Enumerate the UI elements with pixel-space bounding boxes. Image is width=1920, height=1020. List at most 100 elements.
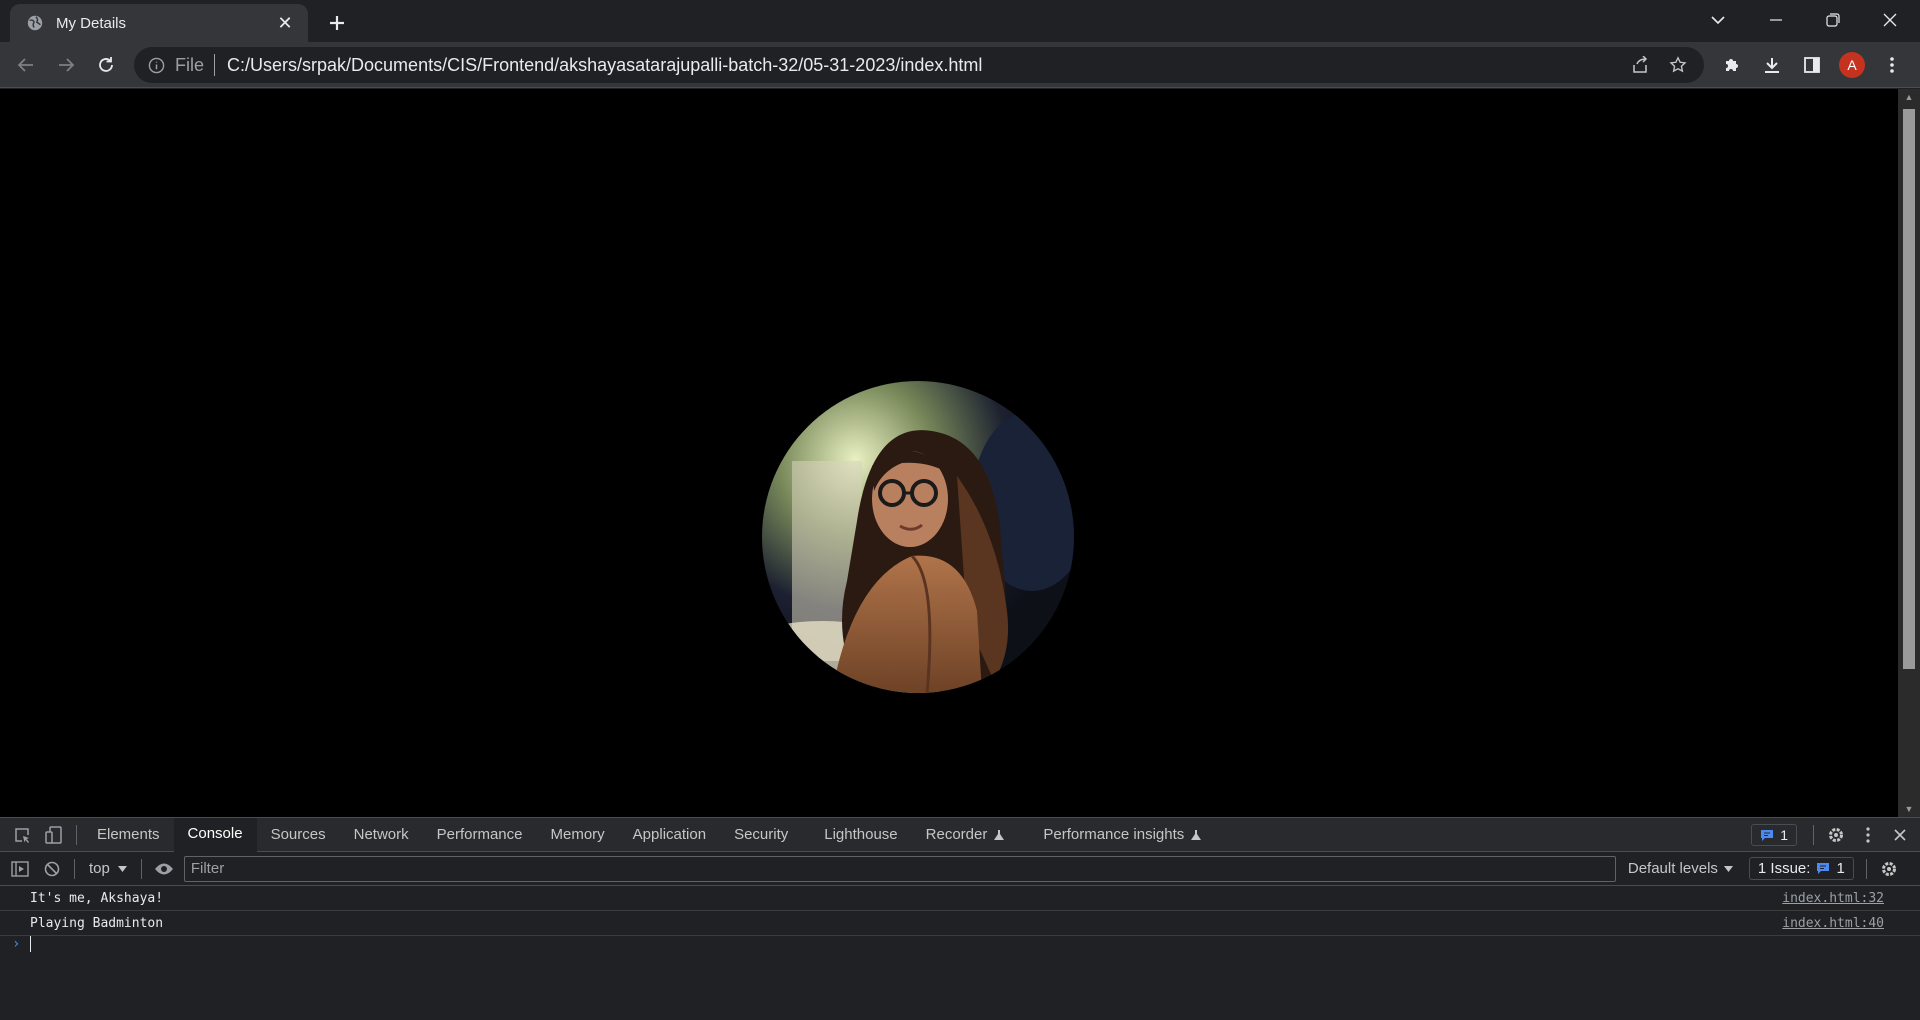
message-icon <box>1761 829 1774 841</box>
puzzle-icon <box>1726 59 1738 71</box>
issues-button[interactable]: 1 Issue: 1 <box>1748 857 1854 880</box>
messages-count: 1 <box>1780 827 1788 843</box>
text-caret <box>30 936 32 952</box>
inspect-icon <box>15 827 29 843</box>
tab-close-icon[interactable]: ✕ <box>274 12 296 34</box>
live-expression-button[interactable] <box>148 852 180 886</box>
devtools-panel: Elements Console Sources Network Perform… <box>0 817 1920 1020</box>
profile-button[interactable]: A <box>1836 49 1868 81</box>
caret-down-icon <box>117 865 127 872</box>
tab-performance[interactable]: Performance <box>423 818 537 852</box>
back-button[interactable] <box>10 49 42 81</box>
sidebar-play-icon <box>11 860 29 877</box>
extensions-button[interactable] <box>1716 49 1748 81</box>
devtools-tab-bar: Elements Console Sources Network Perform… <box>0 817 1920 852</box>
plus-icon <box>330 16 344 30</box>
devtools-menu-button[interactable] <box>1852 818 1884 852</box>
tab-lighthouse[interactable]: Lighthouse <box>802 818 911 852</box>
tab-application[interactable]: Application <box>619 818 720 852</box>
reload-button[interactable] <box>90 49 122 81</box>
message-icon <box>1817 863 1830 874</box>
console-prompt[interactable]: › <box>12 936 32 952</box>
tab-recorder[interactable]: Recorder <box>912 818 1020 852</box>
console-message-source-link[interactable]: index.html:40 <box>1782 916 1884 931</box>
tab-search-button[interactable] <box>1690 0 1746 40</box>
share-icon <box>1633 56 1648 73</box>
close-window-button[interactable] <box>1862 0 1918 40</box>
console-message-source-link[interactable]: index.html:32 <box>1782 891 1884 906</box>
page-scrollbar[interactable]: ▲ ▼ <box>1898 89 1920 817</box>
kebab-menu-icon <box>1866 827 1870 843</box>
scroll-up-icon[interactable]: ▲ <box>1903 91 1915 103</box>
messages-badge[interactable]: 1 <box>1751 824 1797 846</box>
tab-sources[interactable]: Sources <box>257 818 340 852</box>
tab-performance-insights[interactable]: Performance insights <box>1019 818 1216 852</box>
tab-elements[interactable]: Elements <box>83 818 174 852</box>
omnibox-divider <box>214 54 216 76</box>
gear-icon <box>1881 861 1896 876</box>
flask-icon <box>1191 829 1202 840</box>
divider <box>140 858 142 879</box>
downloads-button[interactable] <box>1756 49 1788 81</box>
tab-console[interactable]: Console <box>173 817 257 852</box>
eye-icon <box>154 863 173 874</box>
page-viewport <box>0 89 1898 817</box>
new-tab-button[interactable] <box>322 8 352 38</box>
console-message-text: It's me, Akshaya! <box>30 890 164 906</box>
profile-photo <box>762 381 1074 693</box>
forward-button[interactable] <box>50 49 82 81</box>
chevron-down-icon <box>1711 16 1725 25</box>
device-toolbar-button[interactable] <box>38 818 70 852</box>
star-icon <box>1669 56 1687 73</box>
scroll-thumb[interactable] <box>1903 109 1915 669</box>
console-message-text: Playing Badminton <box>30 915 164 931</box>
tab-memory[interactable]: Memory <box>537 818 619 852</box>
flask-icon <box>994 829 1005 840</box>
context-selector[interactable]: top <box>81 860 135 877</box>
divider <box>76 824 77 845</box>
restore-button[interactable] <box>1805 0 1861 40</box>
console-filter-bar: top Default levels 1 Issue: 1 <box>0 852 1920 886</box>
side-panel-icon <box>1804 57 1820 73</box>
bookmark-button[interactable] <box>1662 49 1694 81</box>
tab-strip: My Details ✕ <box>0 0 1920 42</box>
tab-recorder-label: Recorder <box>925 826 988 843</box>
divider <box>1865 858 1867 879</box>
download-icon <box>1765 58 1779 73</box>
tab-network[interactable]: Network <box>340 818 423 852</box>
browser-tab[interactable]: My Details ✕ <box>10 4 308 42</box>
site-info-button[interactable]: File <box>148 55 204 76</box>
address-bar[interactable]: File C:/Users/srpak/Documents/CIS/Fronte… <box>134 47 1704 83</box>
tab-security[interactable]: Security <box>720 818 802 852</box>
gear-icon <box>1829 828 1843 842</box>
devtools-settings-button[interactable] <box>1820 818 1852 852</box>
arrow-right-icon <box>59 58 75 72</box>
log-levels-dropdown[interactable]: Default levels <box>1628 860 1733 877</box>
reload-icon <box>99 57 113 72</box>
block-icon <box>44 861 60 876</box>
divider <box>74 858 75 879</box>
issues-count: 1 <box>1836 860 1845 877</box>
inspect-element-button[interactable] <box>6 818 38 852</box>
console-message: It's me, Akshaya! index.html:32 <box>0 886 1920 911</box>
site-info-label: File <box>175 54 205 75</box>
filter-input[interactable] <box>183 855 1616 882</box>
kebab-menu-icon <box>1890 57 1894 73</box>
share-button[interactable] <box>1624 49 1656 81</box>
log-levels-label: Default levels <box>1627 860 1718 877</box>
url-text[interactable]: C:/Users/srpak/Documents/CIS/Frontend/ak… <box>227 55 982 76</box>
menu-button[interactable] <box>1876 49 1908 81</box>
browser-toolbar: File C:/Users/srpak/Documents/CIS/Fronte… <box>0 42 1920 88</box>
clear-console-button[interactable] <box>36 852 68 886</box>
info-icon <box>148 57 165 73</box>
avatar: A <box>1839 52 1865 78</box>
devtools-close-button[interactable] <box>1884 818 1916 852</box>
issues-label: 1 Issue: <box>1757 860 1811 877</box>
console-settings-button[interactable] <box>1873 852 1905 886</box>
scroll-down-icon[interactable]: ▼ <box>1903 803 1915 815</box>
minimize-button[interactable] <box>1748 0 1804 40</box>
side-panel-button[interactable] <box>1796 49 1828 81</box>
sidebar-toggle-button[interactable] <box>4 852 36 886</box>
close-icon <box>1883 13 1897 27</box>
restore-icon <box>1826 13 1840 27</box>
